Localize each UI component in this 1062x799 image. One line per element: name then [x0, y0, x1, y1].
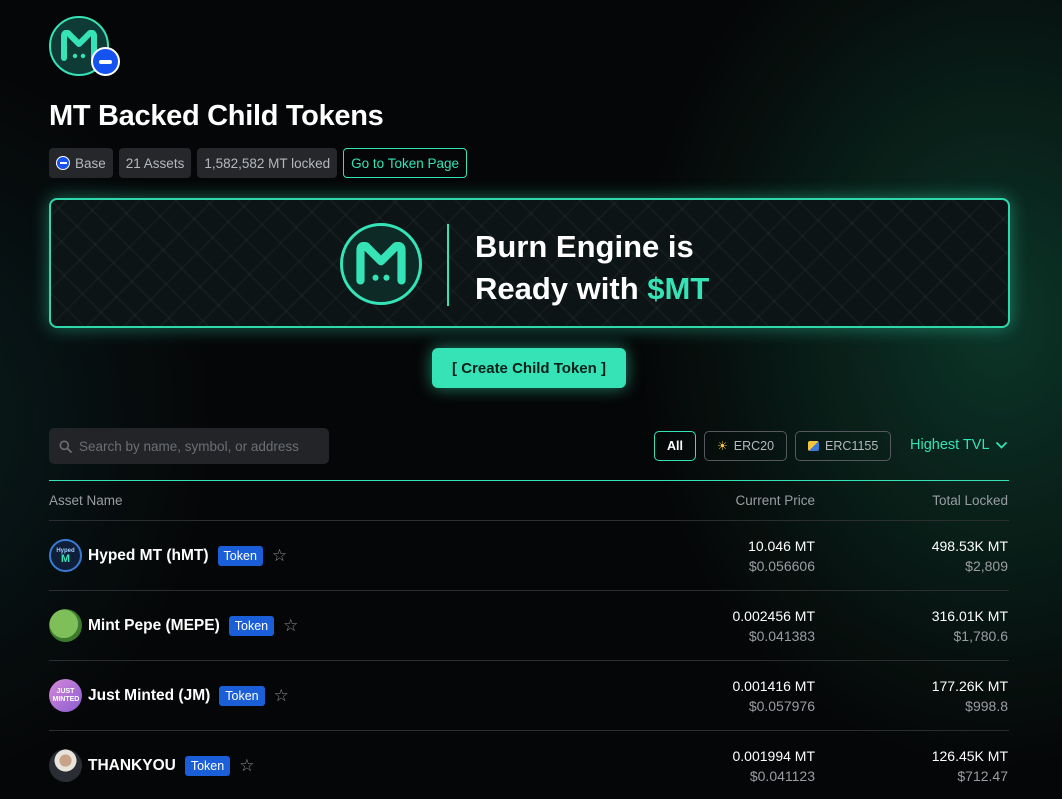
assets-chip: 21 Assets	[118, 148, 192, 178]
just-minted-avatar: JUST MINTED	[49, 679, 82, 712]
table-header: Asset Name Current Price Total Locked	[49, 480, 1009, 521]
table-row[interactable]: THANKYOU Token ☆ 0.001994 MT $0.041123 1…	[49, 731, 1009, 799]
table-row[interactable]: Mint Pepe (MEPE) Token ☆ 0.002456 MT $0.…	[49, 591, 1009, 661]
chain-label: Base	[75, 155, 106, 171]
price-mt: 0.002456 MT	[732, 608, 816, 624]
assets-table: Asset Name Current Price Total Locked Hy…	[49, 480, 1009, 799]
just-minted-avatar-text: JUST MINTED	[52, 687, 80, 703]
asset-name[interactable]: Mint Pepe (MEPE)	[88, 617, 220, 635]
banner-line2: Ready with $MT	[475, 268, 709, 310]
locked-usd: $998.8	[965, 698, 1008, 714]
hyped-mt-avatar: Hyped M	[49, 539, 82, 572]
sun-icon: ☀	[716, 439, 728, 453]
star-icon[interactable]: ☆	[283, 617, 298, 634]
locked-mt: 498.53K MT	[931, 538, 1008, 554]
search-input[interactable]	[79, 438, 319, 454]
burn-engine-banner[interactable]: Burn Engine is Ready with $MT	[49, 198, 1010, 328]
locked-chip: 1,582,582 MT locked	[197, 148, 338, 178]
filter-erc1155[interactable]: ERC1155	[795, 431, 892, 461]
create-child-token-button[interactable]: [ Create Child Token ]	[432, 348, 626, 388]
banner-divider	[447, 224, 449, 306]
info-chips: Base 21 Assets 1,582,582 MT locked Go to…	[49, 148, 468, 178]
banner-headline: Burn Engine is Ready with $MT	[475, 226, 709, 310]
price-usd: $0.056606	[748, 558, 815, 574]
price-mt: 10.046 MT	[748, 538, 815, 554]
pepe-avatar-icon	[49, 609, 82, 642]
star-icon[interactable]: ☆	[239, 757, 254, 774]
asset-name[interactable]: Just Minted (JM)	[88, 687, 210, 705]
m-glyph-icon: M	[60, 552, 71, 565]
banner-line2-prefix: Ready with	[475, 271, 648, 306]
collection-icon	[808, 441, 820, 451]
current-price: 0.001416 MT $0.057976	[733, 676, 816, 716]
token-badge: Token	[219, 685, 265, 706]
price-usd: $0.041123	[749, 768, 815, 784]
base-icon	[56, 156, 70, 170]
locked-usd: $712.47	[957, 768, 1008, 784]
banner-line1: Burn Engine is	[475, 229, 694, 264]
base-chain-icon	[91, 47, 120, 76]
header-asset-name[interactable]: Asset Name	[49, 493, 1009, 508]
token-badge: Token	[184, 755, 231, 776]
price-usd: $0.057976	[748, 698, 815, 714]
token-badge: Token	[228, 615, 275, 636]
price-usd: $0.041383	[748, 628, 815, 644]
star-icon[interactable]: ☆	[274, 687, 289, 704]
filter-all[interactable]: All	[654, 431, 696, 461]
chevron-down-icon	[995, 441, 1007, 449]
chain-chip: Base	[49, 148, 113, 178]
price-mt: 0.001994 MT	[732, 748, 816, 764]
star-icon[interactable]: ☆	[272, 547, 287, 564]
type-filters: All ☀ ERC20 ERC1155	[654, 431, 892, 461]
filter-erc20-label: ERC20	[733, 439, 775, 453]
header-total-locked[interactable]: Total Locked	[932, 493, 1008, 508]
token-page-link[interactable]: Go to Token Page	[343, 148, 468, 178]
total-locked: 498.53K MT $2,809	[932, 536, 1008, 576]
locked-mt: 177.26K MT	[931, 678, 1008, 694]
total-locked: 316.01K MT $1,780.6	[932, 606, 1008, 646]
mt-banner-logo-icon	[340, 223, 422, 305]
locked-mt: 316.01K MT	[931, 608, 1008, 624]
filter-erc20[interactable]: ☀ ERC20	[703, 431, 788, 461]
total-locked: 126.45K MT $712.47	[932, 746, 1008, 786]
sort-dropdown[interactable]: Highest TVL	[910, 437, 1007, 453]
current-price: 0.001994 MT $0.041123	[733, 746, 816, 786]
mt-logo	[49, 16, 121, 78]
locked-usd: $2,809	[965, 558, 1008, 574]
page-title: MT Backed Child Tokens	[49, 100, 384, 132]
search-box[interactable]	[49, 428, 329, 464]
token-badge: Token	[217, 545, 263, 566]
filter-erc1155-label: ERC1155	[825, 439, 879, 453]
price-mt: 0.001416 MT	[732, 678, 816, 694]
current-price: 0.002456 MT $0.041383	[733, 606, 816, 646]
locked-mt: 126.45K MT	[931, 748, 1008, 764]
search-icon	[59, 440, 72, 453]
sort-label: Highest TVL	[910, 437, 990, 453]
total-locked: 177.26K MT $998.8	[932, 676, 1008, 716]
asset-name[interactable]: THANKYOU	[88, 757, 176, 775]
asset-name[interactable]: Hyped MT (hMT)	[88, 547, 209, 565]
thankyou-avatar-icon	[49, 749, 82, 782]
banner-line2-accent: $MT	[647, 271, 710, 306]
header-current-price[interactable]: Current Price	[735, 493, 815, 508]
locked-usd: $1,780.6	[953, 628, 1009, 644]
table-row[interactable]: Hyped M Hyped MT (hMT) Token ☆ 10.046 MT…	[49, 521, 1009, 591]
current-price: 10.046 MT $0.056606	[748, 536, 815, 576]
table-row[interactable]: JUST MINTED Just Minted (JM) Token ☆ 0.0…	[49, 661, 1009, 731]
